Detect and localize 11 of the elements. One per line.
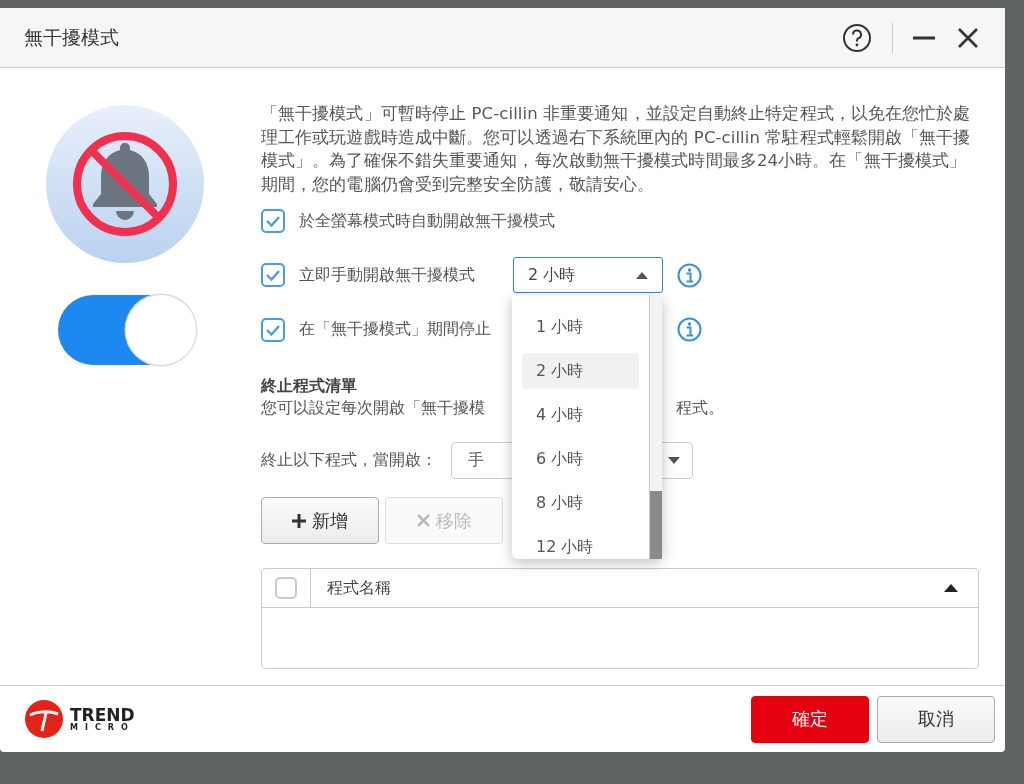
section-heading: 終止程式清單 <box>261 376 358 397</box>
section-subtitle: 您可以設定每次開啟「無干擾模 <box>261 398 485 419</box>
section-subtitle: 程式。 <box>676 398 724 419</box>
option-label: 在「無干擾模式」期間停止 <box>299 319 492 340</box>
window-title: 無干擾模式 <box>24 24 119 50</box>
option-label: 立即手動開啟無干擾模式 <box>299 264 476 286</box>
option-label: 於全螢幕模式時自動開啟無干擾模式 <box>299 210 556 232</box>
logo-text: TREND <box>70 706 135 724</box>
description-text: 「無干擾模式」可暫時停止 PC-cillin 非重要通知，並設定自動終止特定程式，以免在您忙於處理工作或玩遊戲時造成中斷。您可以透過右下系統匣內的 PC-cillin 常駐程式輕鬆開啟「無干擾模式」。為了確保不錯失重要通知，每次啟動無干擾模式時間最多24小時。在「無干擾模式」期間，您的電腦仍會受到完整安全防護，敬請安心。 <box>261 103 972 196</box>
trigger-label: 終止以下程式，當開啟： <box>261 450 437 471</box>
logo-text: MICRO <box>70 723 135 732</box>
